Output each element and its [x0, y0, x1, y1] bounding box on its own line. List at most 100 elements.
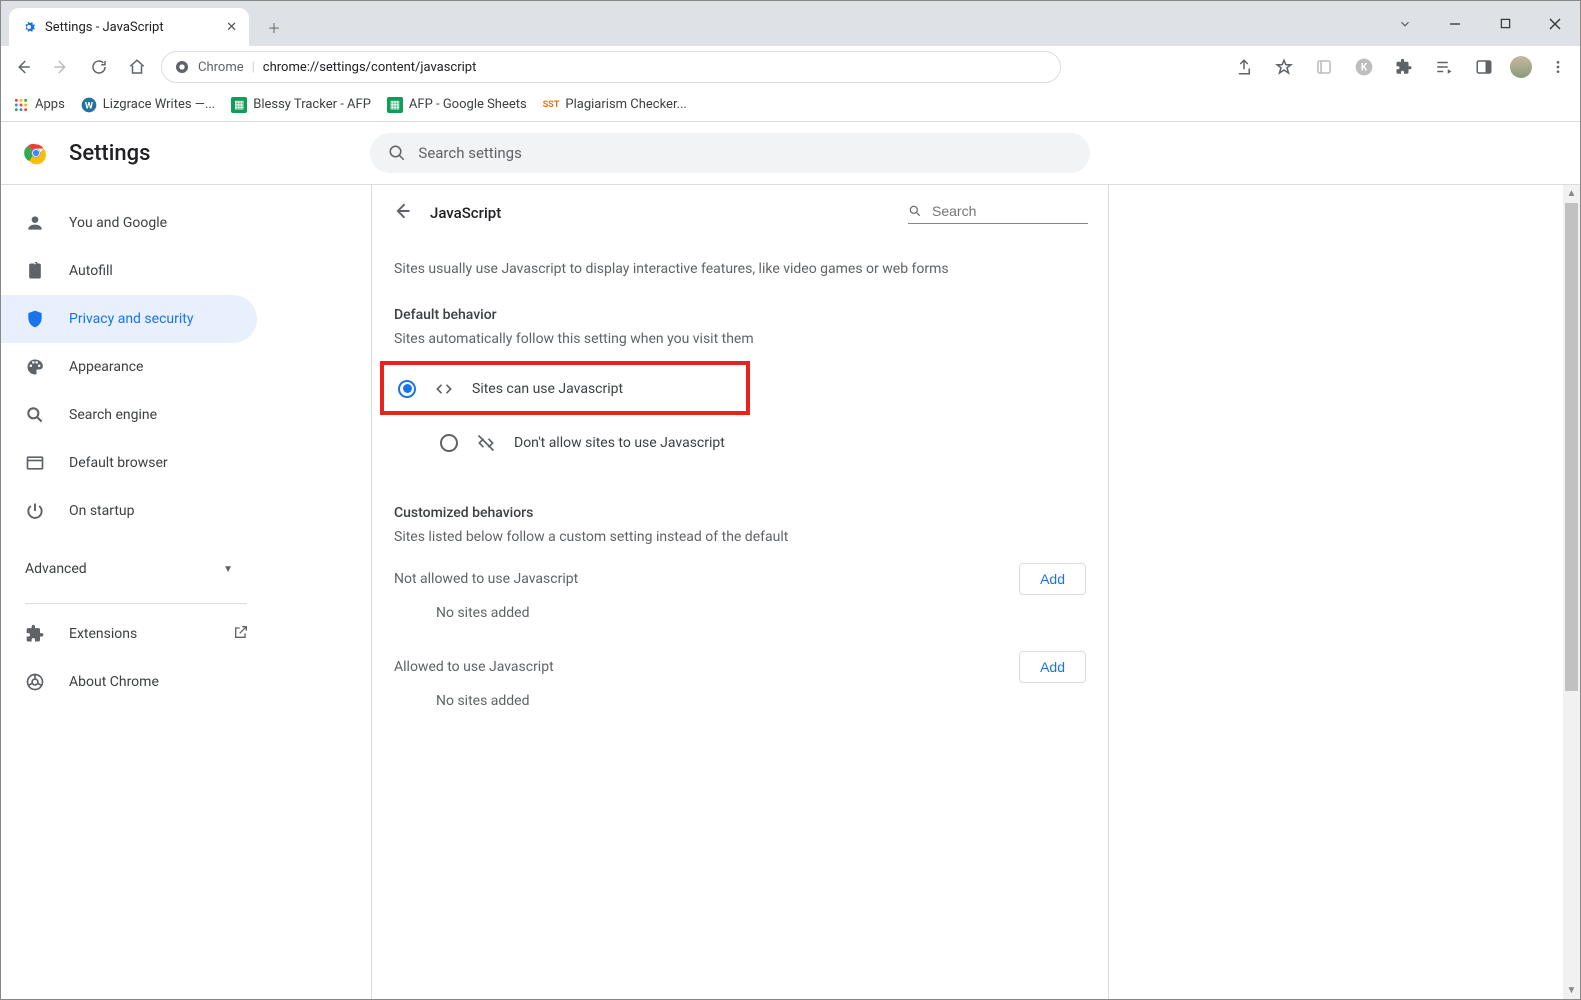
add-not-allowed-button[interactable]: Add: [1019, 563, 1086, 595]
sidebar-label: Privacy and security: [69, 311, 193, 327]
scrollbar-thumb[interactable]: [1565, 203, 1578, 691]
sidebar-item-privacy-security[interactable]: Privacy and security: [1, 295, 257, 343]
sidebar-label: Default browser: [69, 455, 168, 471]
bookmark-apps[interactable]: Apps: [13, 97, 65, 113]
bookmark-star-icon[interactable]: [1270, 53, 1298, 81]
chrome-outline-icon: [25, 672, 45, 692]
radio-icon[interactable]: [398, 380, 416, 398]
allowed-empty: No sites added: [436, 693, 1086, 709]
search-settings-input[interactable]: Search settings: [370, 133, 1090, 173]
bookmark-label: Apps: [35, 97, 65, 112]
power-icon: [25, 501, 45, 521]
sidebar-item-extensions[interactable]: Extensions: [1, 610, 233, 658]
bookmark-plagiarism[interactable]: SST Plagiarism Checker...: [543, 97, 687, 112]
playlist-icon[interactable]: [1430, 53, 1458, 81]
sidebar-advanced-toggle[interactable]: Advanced ▼: [1, 545, 257, 593]
puzzle-icon: [25, 624, 45, 644]
shield-icon: [25, 309, 45, 329]
section-title: JavaScript: [430, 204, 501, 222]
close-tab-icon[interactable]: ✕: [226, 20, 237, 35]
address-bar[interactable]: Chrome | chrome://settings/content/javas…: [161, 51, 1061, 83]
scrollbar[interactable]: ▲ ▼: [1563, 185, 1580, 999]
sidebar-label: About Chrome: [69, 674, 159, 690]
tab-title: Settings - JavaScript: [45, 20, 164, 35]
new-tab-button[interactable]: ＋: [259, 12, 289, 42]
person-icon: [25, 213, 45, 233]
svg-text:K: K: [1361, 62, 1368, 73]
sidebar-label: Appearance: [69, 359, 143, 375]
scroll-up-icon[interactable]: ▲: [1563, 185, 1580, 202]
browser-tab[interactable]: Settings - JavaScript ✕: [9, 8, 249, 46]
kebab-menu-icon[interactable]: [1544, 53, 1572, 81]
bookmark-label: Lizgrace Writes —...: [103, 97, 215, 112]
sidebar-item-search-engine[interactable]: Search engine: [1, 391, 257, 439]
radio-icon[interactable]: [440, 434, 458, 452]
search-icon: [388, 144, 406, 162]
home-icon[interactable]: [123, 53, 151, 81]
sheets-icon: ▦: [231, 97, 247, 113]
bookmark-blessy[interactable]: ▦ Blessy Tracker - AFP: [231, 97, 371, 113]
radio-block-javascript[interactable]: Don't allow sites to use Javascript: [436, 415, 1086, 469]
user-avatar[interactable]: [1510, 56, 1532, 78]
sidebar-label: Search engine: [69, 407, 157, 423]
divider: [25, 603, 247, 604]
sidebar-item-appearance[interactable]: Appearance: [1, 343, 257, 391]
omnibox-url: chrome://settings/content/javascript: [263, 60, 477, 75]
bookmark-lizgrace[interactable]: W Lizgrace Writes —...: [81, 97, 215, 113]
maximize-icon[interactable]: [1480, 1, 1530, 46]
profile-k-icon[interactable]: K: [1350, 53, 1378, 81]
highlighted-option: Sites can use Javascript: [380, 361, 750, 415]
sidepanel-icon[interactable]: [1470, 53, 1498, 81]
clipboard-icon: [25, 261, 45, 281]
sidebar-label: Advanced: [25, 561, 87, 577]
sidebar-label: You and Google: [69, 215, 167, 231]
code-icon: [434, 379, 454, 399]
close-window-icon[interactable]: [1530, 1, 1580, 46]
omnibox-label: Chrome: [198, 60, 244, 75]
settings-gear-icon: [21, 19, 37, 35]
bookmark-afp[interactable]: ▦ AFP - Google Sheets: [387, 97, 527, 113]
browser-window-icon: [25, 453, 45, 473]
in-page-search[interactable]: [908, 202, 1088, 224]
back-arrow-icon[interactable]: [392, 201, 412, 225]
sidebar-item-on-startup[interactable]: On startup: [1, 487, 257, 535]
sidebar-item-default-browser[interactable]: Default browser: [1, 439, 257, 487]
scroll-down-icon[interactable]: ▼: [1563, 982, 1580, 999]
extensions-puzzle-icon[interactable]: [1390, 53, 1418, 81]
sidebar-item-autofill[interactable]: Autofill: [1, 247, 257, 295]
back-icon[interactable]: [9, 53, 37, 81]
settings-header: Settings Search settings: [1, 122, 1580, 185]
external-link-icon: [233, 624, 249, 644]
titlebar: Settings - JavaScript ✕ ＋: [1, 1, 1580, 46]
window-controls: [1380, 1, 1580, 46]
code-blocked-icon: [476, 433, 496, 453]
chrome-disc-icon: [174, 59, 190, 75]
settings-sidebar: You and Google Autofill Privacy and secu…: [1, 185, 271, 999]
not-allowed-empty: No sites added: [436, 605, 1086, 621]
bookmark-label: Plagiarism Checker...: [565, 97, 686, 112]
tabs-dropdown-icon[interactable]: [1380, 1, 1430, 46]
radio-label: Sites can use Javascript: [472, 381, 623, 397]
not-allowed-heading: Not allowed to use Javascript: [394, 571, 578, 587]
add-allowed-button[interactable]: Add: [1019, 651, 1086, 683]
sidebar-item-you-and-google[interactable]: You and Google: [1, 199, 257, 247]
default-behavior-description: Sites automatically follow this setting …: [394, 331, 1086, 347]
section-description: Sites usually use Javascript to display …: [394, 261, 1086, 277]
in-page-search-input[interactable]: [930, 202, 1088, 220]
reload-icon[interactable]: [85, 53, 113, 81]
bookmark-label: Blessy Tracker - AFP: [253, 97, 371, 112]
share-icon[interactable]: [1230, 53, 1258, 81]
radio-allow-javascript[interactable]: Sites can use Javascript: [394, 365, 746, 411]
page-title: Settings: [69, 141, 150, 166]
browser-toolbar: Chrome | chrome://settings/content/javas…: [1, 46, 1580, 88]
sidebar-item-about-chrome[interactable]: About Chrome: [1, 658, 257, 706]
minimize-icon[interactable]: [1430, 1, 1480, 46]
reader-icon[interactable]: [1310, 53, 1338, 81]
customized-description: Sites listed below follow a custom setti…: [394, 529, 1086, 545]
svg-text:W: W: [85, 100, 94, 111]
customized-heading: Customized behaviors: [394, 505, 1086, 521]
apps-grid-icon: [13, 97, 29, 113]
chevron-down-icon: ▼: [223, 564, 233, 575]
search-icon: [25, 405, 45, 425]
forward-icon[interactable]: [47, 53, 75, 81]
